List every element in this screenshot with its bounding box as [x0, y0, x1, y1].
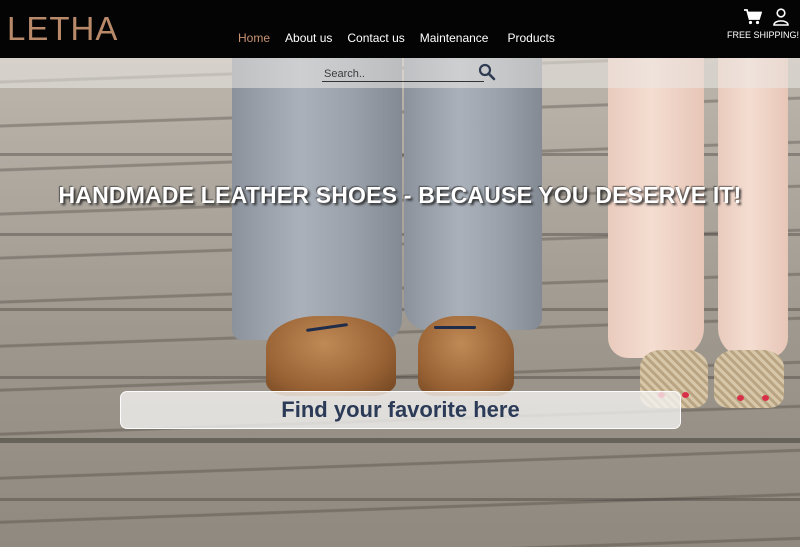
cart-icon[interactable]	[744, 9, 762, 25]
free-shipping-label: FREE SHIPPING!	[727, 30, 800, 40]
logo[interactable]: LETHA	[7, 10, 118, 48]
find-favorite-button[interactable]: Find your favorite here	[120, 391, 681, 429]
nav-contact-us[interactable]: Contact us	[347, 31, 404, 45]
search-bar	[0, 58, 800, 88]
nav-products[interactable]: Products	[507, 31, 554, 45]
painted-toe	[737, 395, 744, 401]
plank-line	[0, 498, 800, 501]
shoelace	[434, 326, 476, 329]
search-icon	[478, 63, 496, 81]
plank-line	[0, 438, 800, 443]
search-button[interactable]	[478, 63, 496, 81]
user-icon[interactable]	[773, 8, 789, 26]
sparkle-heel-right	[714, 350, 784, 408]
painted-toe	[762, 395, 769, 401]
site-header: LETHA Home About us Contact us Maintenan…	[0, 0, 800, 58]
main-nav: Home About us Contact us Maintenance Pro…	[238, 31, 570, 45]
painted-toe	[682, 392, 689, 398]
hero-section: HANDMADE LEATHER SHOES - BECAUSE YOU DES…	[0, 58, 800, 547]
search-input[interactable]	[322, 66, 484, 82]
nav-home[interactable]: Home	[238, 31, 270, 45]
nav-maintenance[interactable]: Maintenance	[420, 31, 489, 45]
hero-headline: HANDMADE LEATHER SHOES - BECAUSE YOU DES…	[58, 182, 742, 208]
nav-about-us[interactable]: About us	[285, 31, 332, 45]
